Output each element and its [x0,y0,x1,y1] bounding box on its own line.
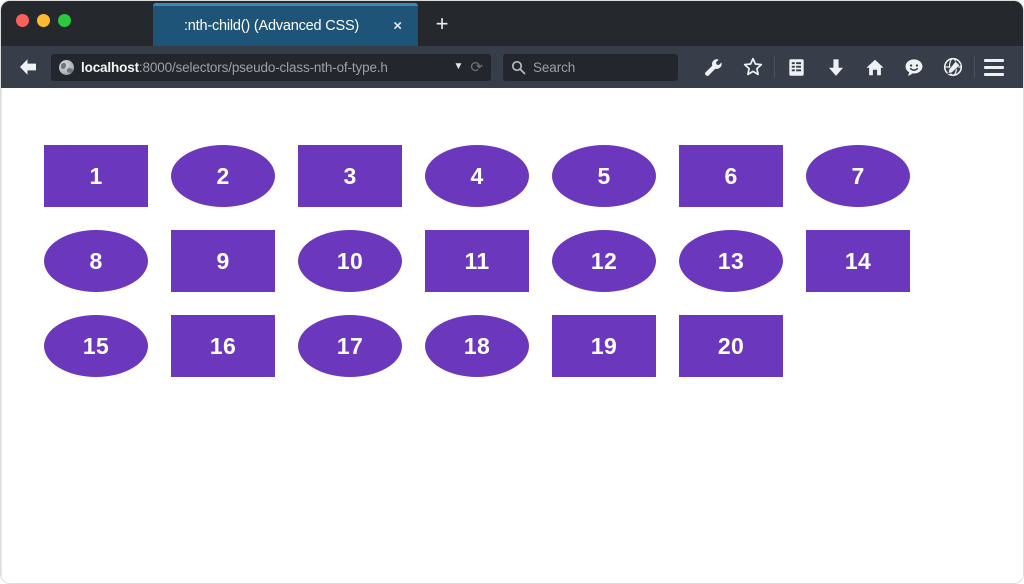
navigation-toolbar: localhost:8000/selectors/pseudo-class-nt… [1,46,1023,88]
browser-window: :nth-child() (Advanced CSS) × + localhos… [0,0,1024,584]
shape-item: 17 [298,315,402,377]
chevron-down-icon[interactable]: ▼ [454,62,464,72]
globe-icon [59,59,74,75]
new-tab-button[interactable]: + [429,11,455,37]
tab-strip: :nth-child() (Advanced CSS) × + [1,1,1023,46]
wrench-icon[interactable] [694,51,733,83]
hamburger-bar [984,65,1004,69]
window-controls [16,14,71,27]
hamburger-menu-icon[interactable] [977,52,1011,82]
smiley-icon[interactable] [894,51,933,83]
url-text: localhost:8000/selectors/pseudo-class-nt… [81,60,450,75]
url-host: localhost [81,59,139,75]
url-path: :8000/selectors/pseudo-class-nth-of-type… [138,59,388,75]
shape-item: 1 [44,145,148,207]
shape-item: 11 [425,230,529,292]
shape-item: 4 [425,145,529,207]
back-arrow-icon[interactable] [11,52,45,82]
hamburger-bar [984,58,1004,62]
toolbar-divider [774,56,775,78]
shape-item: 5 [552,145,656,207]
toolbar-divider-2 [974,56,975,78]
shape-item: 6 [679,145,783,207]
shape-grid: 1 2 3 4 5 6 7 8 9 10 11 12 13 14 15 16 17 18 19 20 [44,145,944,377]
shape-item: 14 [806,230,910,292]
shape-item: 13 [679,230,783,292]
shape-item: 12 [552,230,656,292]
shape-item: 7 [806,145,910,207]
hamburger-bar [984,72,1004,76]
shape-item: 3 [298,145,402,207]
browser-tab-active[interactable]: :nth-child() (Advanced CSS) × [153,3,418,46]
shape-item: 10 [298,230,402,292]
shape-item: 18 [425,315,529,377]
reading-list-icon[interactable] [777,51,816,83]
search-placeholder: Search [533,59,576,75]
globe-pencil-icon[interactable] [933,51,972,83]
shape-item: 8 [44,230,148,292]
shape-item: 19 [552,315,656,377]
close-window-button[interactable] [16,14,29,27]
maximize-window-button[interactable] [58,14,71,27]
search-icon [511,60,526,74]
search-input[interactable]: Search [503,53,678,81]
shape-item: 9 [171,230,275,292]
shape-item: 2 [171,145,275,207]
screenshot-root: :nth-child() (Advanced CSS) × + localhos… [0,0,1024,584]
download-icon[interactable] [816,51,855,83]
toolbar-icon-group [694,51,977,83]
shape-item: 20 [679,315,783,377]
home-icon[interactable] [855,51,894,83]
shape-item: 16 [171,315,275,377]
tab-title: :nth-child() (Advanced CSS) [183,18,360,34]
url-input[interactable]: localhost:8000/selectors/pseudo-class-nt… [51,53,491,81]
reload-icon[interactable]: ⟳ [470,60,485,75]
shape-item: 15 [44,315,148,377]
tab-close-icon[interactable]: × [393,19,402,34]
page-viewport: 1 2 3 4 5 6 7 8 9 10 11 12 13 14 15 16 17 18 19 20 [1,88,1023,583]
minimize-window-button[interactable] [37,14,50,27]
star-icon[interactable] [733,51,772,83]
